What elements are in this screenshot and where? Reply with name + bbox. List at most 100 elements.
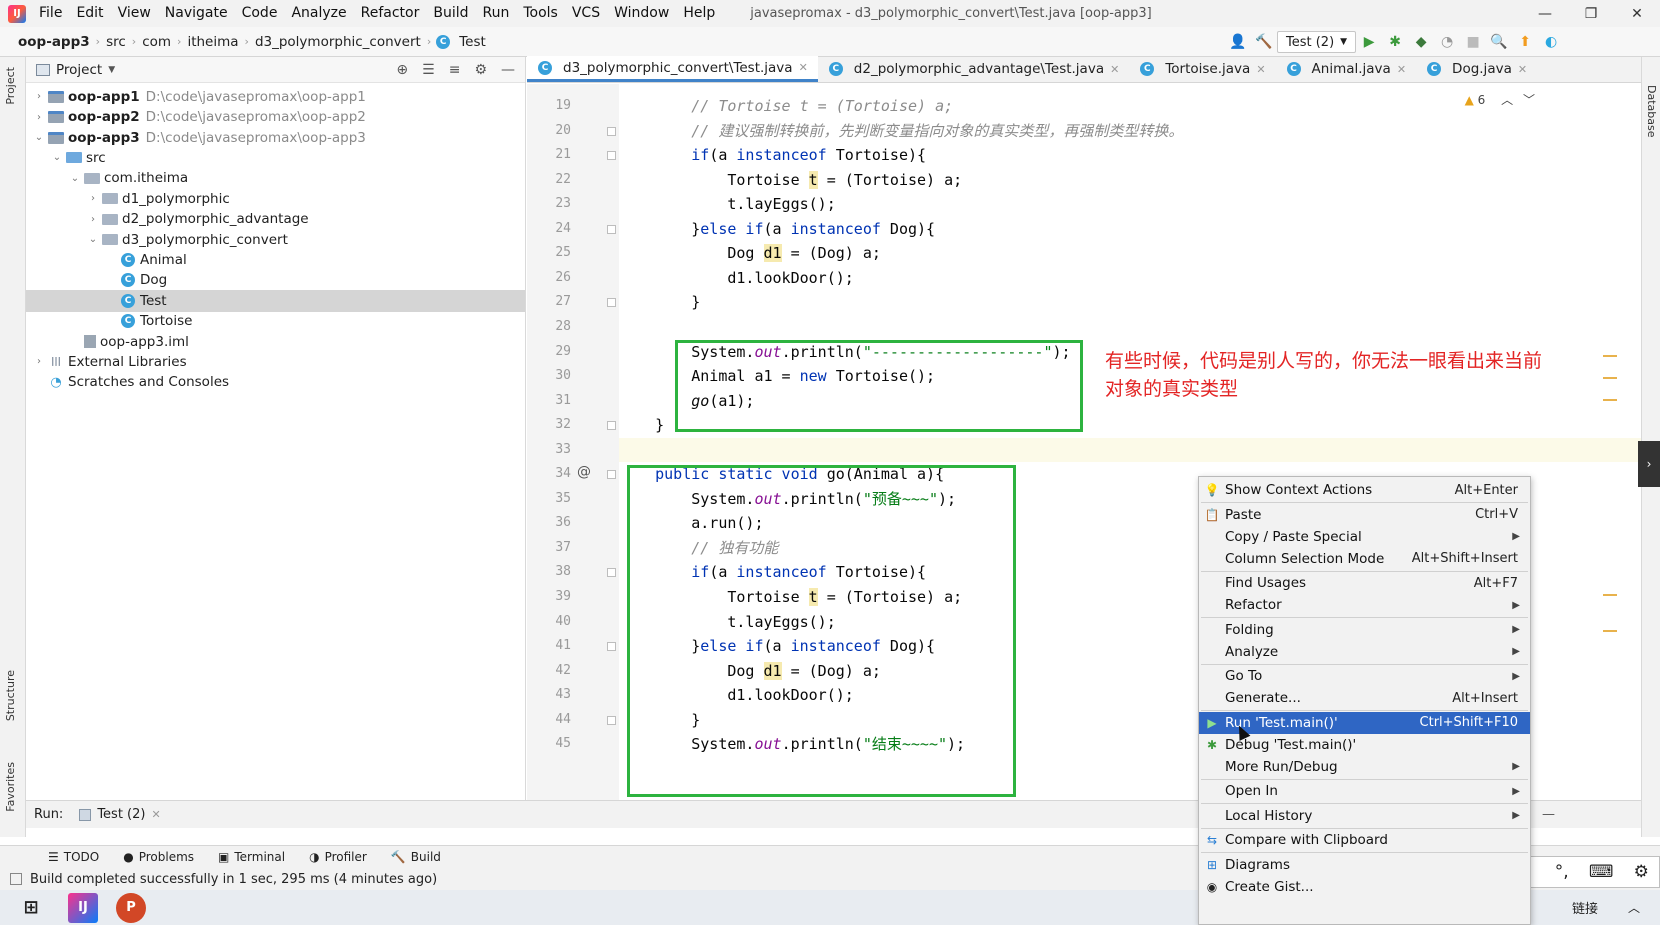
tree-item-com-itheima[interactable]: ⌄ com.itheima [26, 168, 525, 190]
tree-item-d1-polymorphic[interactable]: › d1_polymorphic [26, 188, 525, 210]
tree-item-oop-app1[interactable]: › oop-app1 D:\code\javasepromax\oop-app1 [26, 86, 525, 108]
close-icon[interactable]: ✕ [1518, 63, 1527, 76]
tree-item-tortoise[interactable]: C Tortoise [26, 310, 525, 332]
keyboard-icon[interactable]: ⌨ [1589, 862, 1614, 882]
context-menu-item-more-run-debug[interactable]: More Run/Debug ▶ [1199, 756, 1530, 778]
menu-edit[interactable]: Edit [69, 0, 110, 27]
menu-navigate[interactable]: Navigate [158, 0, 235, 27]
tree-item-scratches-and-consoles[interactable]: ◔ Scratches and Consoles [26, 372, 525, 394]
side-expand-button[interactable]: › [1638, 441, 1660, 487]
menu-build[interactable]: Build [426, 0, 475, 27]
project-panel-title[interactable]: Project [56, 62, 102, 78]
tree-item-d2-polymorphic-advantage[interactable]: › d2_polymorphic_advantage [26, 208, 525, 230]
powerpoint-taskbar-icon[interactable]: P [116, 892, 146, 923]
breadcrumb-com[interactable]: com [138, 34, 175, 50]
menu-tools[interactable]: Tools [516, 0, 565, 27]
chevron-down-icon[interactable]: ▼ [108, 65, 115, 75]
breadcrumb-class[interactable]: Test [455, 34, 490, 50]
tree-item-animal[interactable]: C Animal [26, 249, 525, 271]
menu-help[interactable]: Help [676, 0, 722, 27]
editor-tab[interactable]: Cd2_polymorphic_advantage\Test.java ✕ [818, 56, 1130, 82]
close-button[interactable]: ✕ [1614, 0, 1660, 27]
tree-item-test[interactable]: C Test [26, 290, 525, 312]
status-toggle-icon[interactable] [10, 873, 22, 885]
bottom-tool-build[interactable]: 🔨 Build [381, 850, 451, 864]
expand-arrow-icon[interactable]: ⌄ [32, 132, 46, 143]
chevron-down-icon[interactable]: ﹀ [1523, 93, 1535, 107]
tree-item-dog[interactable]: C Dog [26, 270, 525, 292]
tree-item-d3-polymorphic-convert[interactable]: ⌄ d3_polymorphic_convert [26, 229, 525, 251]
context-menu-item-run-test-main[interactable]: ▶ Run 'Test.main()' Ctrl+Shift+F10 [1199, 711, 1530, 734]
coverage-icon[interactable]: ◆ [1408, 29, 1434, 55]
breadcrumb-package[interactable]: d3_polymorphic_convert [251, 34, 425, 50]
locate-icon[interactable]: ⊕ [396, 62, 408, 78]
close-icon[interactable]: ✕ [1110, 63, 1119, 76]
expand-all-icon[interactable]: ☰ [422, 62, 435, 78]
bottom-tool-problems[interactable]: ● Problems [113, 850, 204, 864]
close-icon[interactable]: ✕ [1256, 63, 1265, 76]
context-menu-item-compare-with-clipboard[interactable]: ⇆ Compare with Clipboard [1199, 829, 1530, 851]
chevron-up-icon[interactable]: ︿ [1628, 899, 1640, 916]
bottom-tool-profiler[interactable]: ◑ Profiler [299, 850, 377, 864]
update-icon[interactable]: ⬆ [1512, 29, 1538, 55]
expand-arrow-icon[interactable]: ⌄ [86, 234, 100, 245]
tree-item-oop-app3[interactable]: ⌄ oop-app3 D:\code\javasepromax\oop-app3 [26, 127, 525, 149]
bottom-tool-terminal[interactable]: ▣ Terminal [208, 850, 295, 864]
punctuation-icon[interactable]: °, [1555, 862, 1569, 882]
menu-refactor[interactable]: Refactor [354, 0, 427, 27]
menu-analyze[interactable]: Analyze [284, 0, 353, 27]
menu-run[interactable]: Run [476, 0, 517, 27]
context-menu-item-find-usages[interactable]: Find Usages Alt+F7 [1199, 572, 1530, 594]
minimize-button[interactable]: — [1522, 0, 1568, 27]
stop-icon[interactable]: ■ [1460, 29, 1486, 55]
close-icon[interactable]: ✕ [151, 808, 160, 821]
expand-arrow-icon[interactable]: › [86, 193, 100, 204]
breadcrumb-module[interactable]: oop-app3 [14, 34, 94, 50]
context-menu-item-create-gist[interactable]: ◉ Create Gist... [1199, 876, 1530, 898]
menu-view[interactable]: View [111, 0, 158, 27]
menu-window[interactable]: Window [607, 0, 676, 27]
warning-indicator[interactable]: ▲ 6 ︿ ﹀ [1465, 91, 1535, 108]
structure-tool-button[interactable]: Structure [4, 670, 17, 721]
context-menu-item-open-in[interactable]: Open In ▶ [1199, 780, 1530, 802]
expand-arrow-icon[interactable]: › [32, 112, 46, 123]
breadcrumb-itheima[interactable]: itheima [183, 34, 242, 50]
favorites-tool-button[interactable]: Favorites [4, 762, 17, 812]
hide-icon[interactable]: — [1542, 807, 1555, 822]
gear-icon[interactable]: ⚙ [1634, 862, 1649, 882]
build-hammer-icon[interactable]: 🔨 [1251, 29, 1277, 55]
context-menu-item-show-context-actions[interactable]: 💡 Show Context Actions Alt+Enter [1199, 479, 1530, 501]
tree-item-oop-app2[interactable]: › oop-app2 D:\code\javasepromax\oop-app2 [26, 106, 525, 128]
context-menu-item-go-to[interactable]: Go To ▶ [1199, 665, 1530, 687]
plugin-icon[interactable]: ◐ [1538, 29, 1564, 55]
expand-arrow-icon[interactable]: ⌄ [50, 152, 64, 163]
context-menu-item-copy-paste-special[interactable]: Copy / Paste Special ▶ [1199, 526, 1530, 548]
hide-icon[interactable]: — [501, 62, 515, 78]
collapse-all-icon[interactable]: ≡ [449, 62, 461, 78]
tree-item-src[interactable]: ⌄ src [26, 147, 525, 169]
context-menu-item-debug-test-main[interactable]: ✱ Debug 'Test.main()' [1199, 734, 1530, 756]
run-icon[interactable]: ▶ [1356, 29, 1382, 55]
close-icon[interactable]: ✕ [1397, 63, 1406, 76]
debug-icon[interactable]: ✱ [1382, 29, 1408, 55]
menu-file[interactable]: File [32, 0, 69, 27]
expand-arrow-icon[interactable]: › [32, 356, 46, 367]
intellij-taskbar-icon[interactable]: IJ [68, 892, 98, 923]
context-menu-item-paste[interactable]: 📋 Paste Ctrl+V [1199, 504, 1530, 526]
run-tab[interactable]: Test (2) ✕ [79, 807, 161, 822]
tree-item-oop-app3-iml[interactable]: oop-app3.iml [26, 331, 525, 353]
search-icon[interactable]: 🔍 [1486, 29, 1512, 55]
editor-tab[interactable]: C Tortoise.java ✕ [1129, 56, 1275, 82]
expand-arrow-icon[interactable]: ⌄ [68, 173, 82, 184]
context-menu-item-local-history[interactable]: Local History ▶ [1199, 805, 1530, 827]
database-tool-button[interactable]: Database [1645, 85, 1658, 138]
bottom-tool-todo[interactable]: ☰ TODO [38, 850, 109, 864]
context-menu-item-generate[interactable]: Generate... Alt+Insert [1199, 687, 1530, 709]
run-configuration-select[interactable]: Test (2) ▼ [1277, 31, 1357, 53]
menu-code[interactable]: Code [235, 0, 285, 27]
context-menu-item-diagrams[interactable]: ⊞ Diagrams [1199, 854, 1530, 876]
close-icon[interactable]: ✕ [799, 61, 808, 74]
project-tool-button[interactable]: Project [4, 67, 17, 105]
menu-vcs[interactable]: VCS [565, 0, 607, 27]
windows-start-icon[interactable]: ⊞ [16, 893, 46, 923]
